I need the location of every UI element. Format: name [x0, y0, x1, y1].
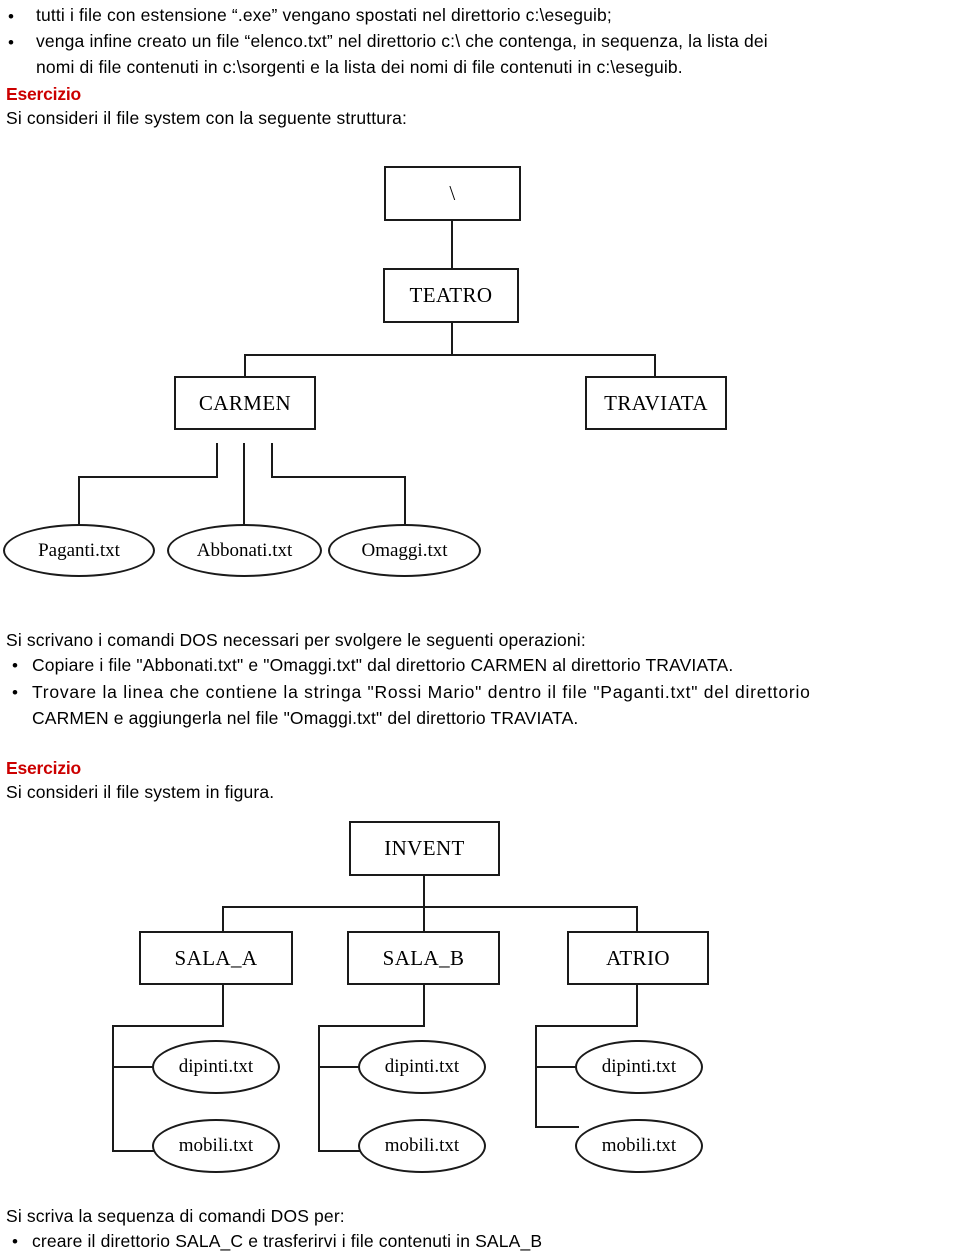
exercise-2-heading: Esercizio	[6, 758, 82, 778]
intro-bullet-1: tutti i file con estensione “.exe” venga…	[36, 5, 612, 25]
tree2-file-sala-a-mobili: mobili.txt	[152, 1119, 280, 1173]
tree1-node-teatro: TEATRO	[383, 268, 519, 323]
tasks-2-item-1: creare il direttorio SALA_C e trasferirv…	[32, 1231, 543, 1251]
tree2-edge-atrio-top	[535, 1025, 638, 1027]
tree1-file-omaggi: Omaggi.txt	[328, 524, 481, 577]
tasks-1-intro: Si scrivano i comandi DOS necessari per …	[6, 630, 586, 650]
tree2-edge-sala-b-top	[318, 1025, 425, 1027]
tree2-edge-sala-a-spine	[112, 1025, 114, 1152]
tree2-edge-to-atrio	[636, 906, 638, 931]
tree1-edge-bar-left	[78, 476, 218, 478]
tree1-edge-stub-right	[271, 443, 273, 477]
tree2-edge-root-stem	[423, 876, 425, 907]
tree1-edge-drop-paganti	[78, 476, 80, 525]
tree2-edge-atrio-to-mobili	[535, 1126, 579, 1128]
tree2-edge-sala-a-top	[112, 1025, 224, 1027]
intro-bullet-2-line2: nomi di file contenuti in c:\sorgenti e …	[36, 57, 683, 77]
exercise-1-intro: Si consideri il file system con la segue…	[6, 108, 408, 128]
tree2-edge-sala-b-to-mobili	[318, 1150, 362, 1152]
tasks-1-item-2-line1: Trovare la linea che contiene la stringa…	[32, 682, 811, 702]
tree2-edge-sala-a-to-mobili	[112, 1150, 156, 1152]
tree2-node-atrio: ATRIO	[567, 931, 709, 985]
tree1-edge-teatro-bar	[244, 354, 656, 356]
tree1-edge-drop-omaggi	[404, 476, 406, 525]
tree2-edge-to-sala-a	[222, 906, 224, 931]
exercise-1-heading: Esercizio	[6, 84, 82, 104]
tasks-2-intro: Si scriva la sequenza di comandi DOS per…	[6, 1206, 345, 1226]
tree2-file-atrio-dipinti: dipinti.txt	[575, 1040, 703, 1094]
bullet-marker: •	[12, 683, 18, 702]
tree2-edge-sala-b-to-dipinti	[318, 1066, 362, 1068]
tree1-file-paganti: Paganti.txt	[3, 524, 155, 577]
tree2-edge-sala-a-stem	[222, 985, 224, 1026]
tree2-edge-atrio-to-dipinti	[535, 1066, 579, 1068]
tree1-node-traviata: TRAVIATA	[585, 376, 727, 430]
tree2-file-sala-b-dipinti: dipinti.txt	[358, 1040, 486, 1094]
bullet-marker: •	[12, 1232, 18, 1251]
tree2-edge-atrio-spine	[535, 1025, 537, 1128]
tree2-edge-root-bar	[222, 906, 638, 908]
tasks-1-item-1: Copiare i file "Abbonati.txt" e "Omaggi.…	[32, 655, 734, 675]
tree2-file-sala-b-mobili: mobili.txt	[358, 1119, 486, 1173]
tree2-edge-to-sala-b	[423, 906, 425, 931]
tree1-edge-stub-left	[216, 443, 218, 477]
tree2-node-sala-b: SALA_B	[347, 931, 500, 985]
tasks-1-item-2-line2: CARMEN e aggiungerla nel file "Omaggi.tx…	[32, 708, 579, 728]
tree2-edge-sala-b-spine	[318, 1025, 320, 1152]
exercise-2-intro: Si consideri il file system in figura.	[6, 782, 275, 802]
tree1-edge-root-teatro	[451, 221, 453, 268]
tree1-edge-to-carmen	[244, 354, 246, 376]
tree2-file-atrio-mobili: mobili.txt	[575, 1119, 703, 1173]
tree1-node-root: \	[384, 166, 521, 221]
bullet-marker: •	[12, 656, 18, 675]
bullet-marker: •	[8, 33, 14, 52]
tree1-edge-bar-right	[271, 476, 406, 478]
bullet-marker: •	[8, 7, 14, 26]
tree1-edge-teatro-stem	[451, 323, 453, 354]
tree1-file-abbonati: Abbonati.txt	[167, 524, 322, 577]
tree1-edge-stub-middle	[243, 443, 245, 525]
document-page: • tutti i file con estensione “.exe” ven…	[0, 0, 960, 1252]
intro-bullet-2-line1: venga infine creato un file “elenco.txt”…	[36, 31, 768, 51]
tree2-node-root: INVENT	[349, 821, 500, 876]
tree1-node-carmen: CARMEN	[174, 376, 316, 430]
tree2-edge-atrio-stem	[636, 985, 638, 1026]
tree2-edge-sala-a-to-dipinti	[112, 1066, 156, 1068]
tree2-file-sala-a-dipinti: dipinti.txt	[152, 1040, 280, 1094]
tree2-node-sala-a: SALA_A	[139, 931, 293, 985]
tree2-edge-sala-b-stem	[423, 985, 425, 1026]
tree1-edge-to-traviata	[654, 354, 656, 376]
